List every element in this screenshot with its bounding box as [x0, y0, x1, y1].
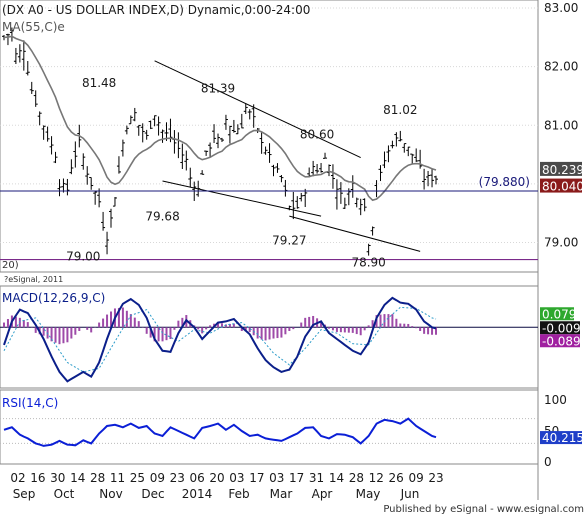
- swing-label: 81.48: [82, 76, 116, 90]
- rsi-series-group: 05010040.215: [0, 393, 584, 469]
- swing-label: 80.60: [300, 128, 334, 142]
- ma-value-label: 80.239: [542, 163, 584, 177]
- rsi-title: RSI(14,C): [2, 396, 58, 410]
- x-tick-label: 17: [249, 471, 264, 485]
- x-month-label: Apr: [312, 487, 333, 501]
- price-tick-label: 79.00: [544, 236, 578, 250]
- x-tick-label: 11: [110, 471, 125, 485]
- x-tick-label: 16: [30, 471, 45, 485]
- swing-label: 79.00: [66, 250, 100, 264]
- x-tick-label: 14: [70, 471, 85, 485]
- macd-signal-line: [3, 306, 437, 373]
- chart-title: (DX A0 - US DOLLAR INDEX,D) Dynamic,0:00…: [2, 3, 310, 17]
- macd-value-label: 0.079: [542, 307, 576, 321]
- x-tick-label: 26: [389, 471, 404, 485]
- x-month-label: May: [356, 487, 381, 501]
- swing-label: 79.27: [272, 234, 306, 248]
- support-label: (79.880): [479, 175, 530, 189]
- x-tick-label: 17: [289, 471, 304, 485]
- price-tick-label: 82.00: [544, 60, 578, 74]
- x-tick-label: 20: [209, 471, 224, 485]
- x-month-label: Oct: [54, 487, 75, 501]
- x-tick-label: 14: [329, 471, 344, 485]
- x-tick-label: 03: [269, 471, 284, 485]
- copyright-label: ?eSignal, 2011: [4, 275, 63, 284]
- x-tick-label: 09: [150, 471, 165, 485]
- rsi-tick-label: 0: [544, 455, 552, 469]
- lower-trendline-2: [289, 215, 421, 252]
- chart-canvas: 81.48 81.39 80.60 81.02 79.00 79.68 79.27 78.90…: [0, 0, 584, 515]
- x-tick-label: 25: [130, 471, 145, 485]
- price-gridlines: [0, 7, 538, 244]
- macd-title: MACD(12,26,9,C): [2, 291, 105, 305]
- signal-value-label: -0.009: [542, 321, 581, 335]
- x-month-label: 2014: [182, 487, 213, 501]
- x-tick-label: 06: [190, 471, 205, 485]
- rsi-value-label: 40.215: [542, 431, 584, 445]
- swing-label: 81.02: [383, 103, 417, 117]
- price-value-label: 80.040: [542, 180, 584, 194]
- price-tick-label: 81.00: [544, 118, 578, 132]
- macd-line: [3, 296, 437, 383]
- swing-label: 79.68: [145, 210, 179, 224]
- x-month-label: Nov: [99, 487, 122, 501]
- swing-label: 78.90: [351, 255, 385, 269]
- x-tick-label: 30: [50, 471, 65, 485]
- ma-label: MA(55,C)e: [2, 20, 65, 34]
- price-tick-label: 83.00: [544, 1, 578, 15]
- ma-line: [3, 35, 437, 202]
- chart-window: 81.48 81.39 80.60 81.02 79.00 79.68 79.27 78.90…: [0, 0, 587, 517]
- x-tick-label: 31: [309, 471, 324, 485]
- rsi-panel-frame: [0, 389, 539, 465]
- x-tick-label: 12: [369, 471, 384, 485]
- x-tick-label: 28: [90, 471, 105, 485]
- x-month-label: Dec: [141, 487, 164, 501]
- rsi-line: [3, 417, 437, 447]
- x-month-label: Feb: [228, 487, 249, 501]
- x-tick-label: 28: [349, 471, 364, 485]
- hist-value-label: -0.089: [542, 334, 581, 348]
- x-month-label: Sep: [13, 487, 36, 501]
- x-tick-label: 23: [170, 471, 185, 485]
- left-cut-label: 20): [2, 260, 19, 271]
- publisher-footer: Published by eSignal - www.esignal.com: [383, 504, 584, 515]
- x-tick-label: 03: [229, 471, 244, 485]
- x-tick-label: 23: [428, 471, 443, 485]
- x-tick-label: 09: [408, 471, 423, 485]
- x-tick-label: 02: [10, 471, 25, 485]
- x-month-label: Mar: [270, 487, 293, 501]
- macd-series-group: 00.079-0.009-0.089: [0, 296, 581, 383]
- rsi-tick-label: 100: [544, 393, 567, 407]
- price-series-group: 81.48 81.39 80.60 81.02 79.00 79.68 79.27 78.90…: [0, 27, 538, 269]
- swing-label: 81.39: [201, 81, 235, 95]
- x-month-label: Jun: [400, 487, 420, 501]
